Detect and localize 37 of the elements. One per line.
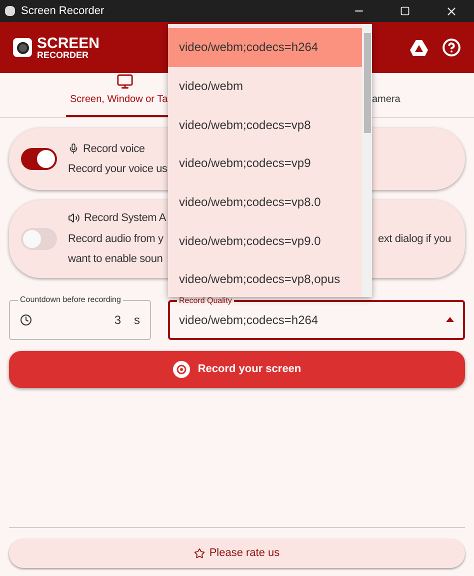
logo-text: SCREEN [37,36,100,50]
record-button[interactable]: Record your screen [9,350,465,388]
dropdown-option[interactable]: video/webm;codecs=vp8.0 [168,182,362,222]
logo-subtext: RECORDER [37,50,90,60]
unit-label: s [134,312,140,328]
dropdown-option[interactable]: video/webm;codecs=vp9.0 [168,221,362,260]
option-title: Record System A [84,211,166,226]
speaker-icon [68,212,80,224]
option-description: Record your voice us [68,162,168,177]
option-title: Record voice [83,142,145,156]
help-icon[interactable] [442,38,461,57]
star-icon [194,548,206,559]
option-description: ext dialog if you [378,232,451,246]
clock-icon [20,314,32,326]
option-description: Record audio from y [68,232,164,246]
caret-icon [446,317,454,322]
window-title: Screen Recorder [21,4,104,19]
toggle-switch[interactable] [21,148,57,170]
dropdown-option[interactable]: video/webm [168,66,362,106]
scrollbar[interactable] [362,24,372,297]
microphone-icon [68,143,79,154]
countdown-value: 3 [114,312,121,328]
dropdown-option[interactable]: video/webm;codecs=vp9 [168,144,362,183]
dropdown-option[interactable]: video/webm;codecs=vp8 [168,105,362,144]
maximize-icon [400,6,410,16]
select-value: video/webm;codecs=h264 [179,312,320,328]
tab[interactable]: amera [372,73,432,117]
record-icon [172,360,190,378]
option-description: want to enable soun [68,252,164,267]
dropdown-option[interactable]: video/webm;codecs=vp8,opus [168,260,362,297]
triangle-logo-icon[interactable] [410,40,428,56]
logo-icon [13,38,32,57]
app-icon [5,6,15,16]
close-icon [444,4,458,18]
dropdown-option[interactable]: video/webm;codecs=h264 [168,28,362,67]
field-label: Countdown before recording [18,294,123,306]
rate-button[interactable]: Please rate us [9,539,465,568]
